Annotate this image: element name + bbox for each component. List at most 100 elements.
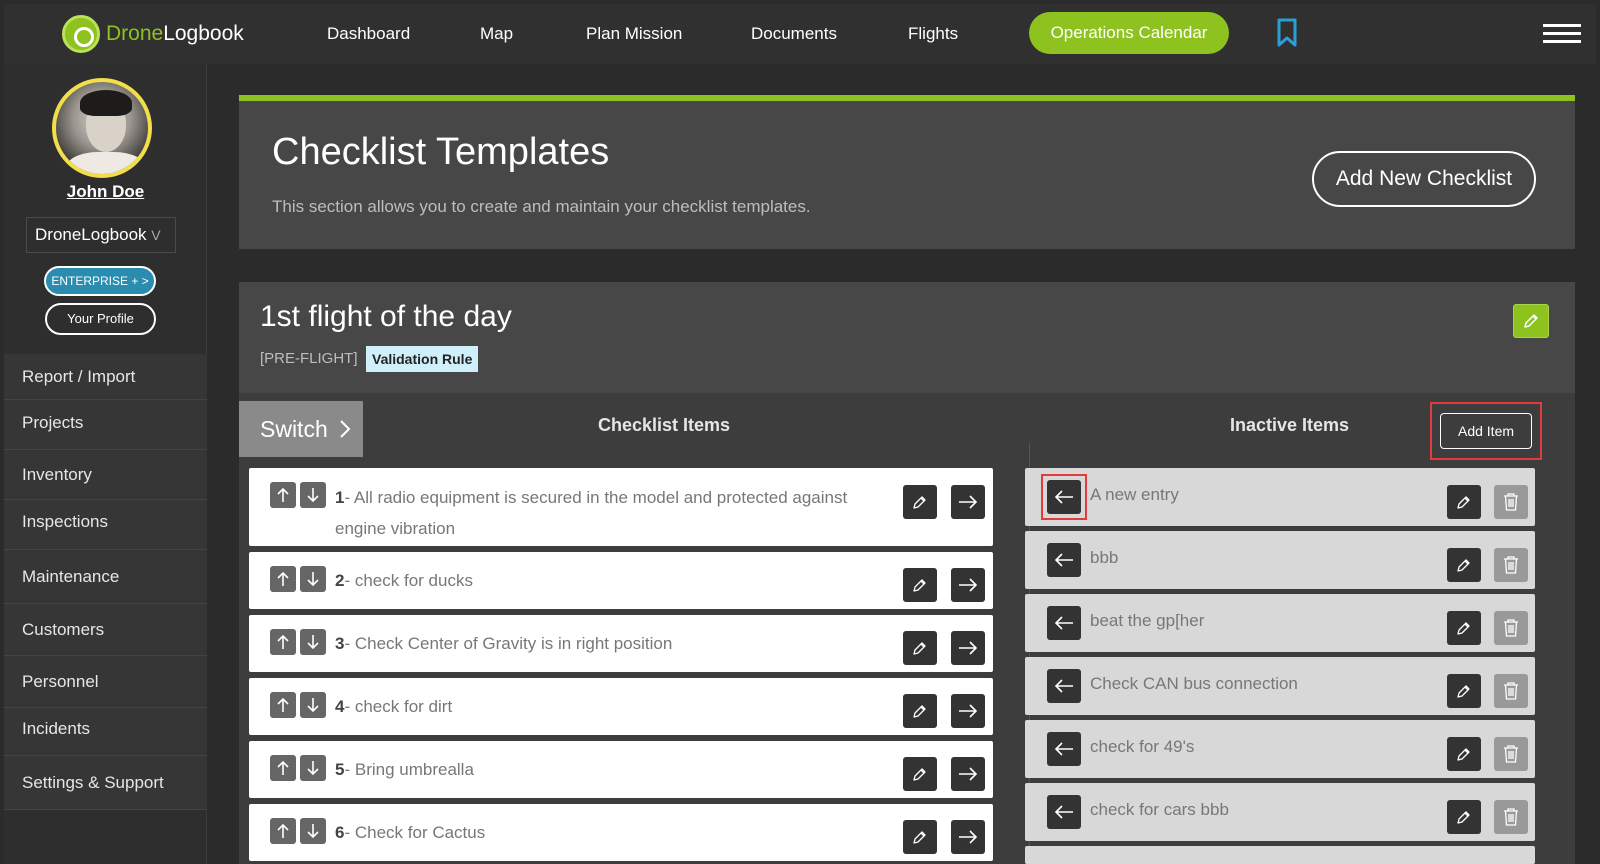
deactivate-item-button[interactable] (951, 485, 985, 519)
delete-item-button[interactable] (1494, 800, 1528, 834)
edit-item-button[interactable] (903, 631, 937, 665)
add-item-button[interactable]: Add Item (1440, 413, 1532, 449)
edit-item-button[interactable] (903, 820, 937, 854)
restore-item-button[interactable] (1047, 543, 1081, 577)
arrow-right-icon (959, 767, 978, 781)
sidebar-item-customers[interactable]: Customers (4, 604, 207, 656)
delete-item-button[interactable] (1494, 485, 1528, 519)
edit-item-button[interactable] (903, 757, 937, 791)
nav-flights[interactable]: Flights (908, 4, 958, 64)
arrow-right-icon (959, 578, 978, 592)
checklist-item: 1- All radio equipment is secured in the… (249, 468, 993, 546)
restore-item-button[interactable] (1047, 732, 1081, 766)
deactivate-item-button[interactable] (951, 694, 985, 728)
checklist-body: Switch Checklist Items Inactive Items Ad… (239, 393, 1575, 864)
restore-item-button[interactable] (1047, 669, 1081, 703)
your-profile-button[interactable]: Your Profile (45, 303, 156, 335)
sidebar-item-maintenance[interactable]: Maintenance (4, 550, 207, 604)
move-down-icon[interactable] (300, 629, 326, 655)
move-up-icon[interactable] (270, 566, 296, 592)
nav-operations-calendar[interactable]: Operations Calendar (1029, 12, 1229, 54)
edit-item-button[interactable] (1447, 674, 1481, 708)
deactivate-item-button[interactable] (951, 820, 985, 854)
edit-item-button[interactable] (903, 485, 937, 519)
inactive-item: beat the gp[her (1025, 594, 1535, 652)
sidebar-item-settings-support[interactable]: Settings & Support (4, 756, 207, 810)
switch-button[interactable]: Switch (239, 401, 363, 457)
add-new-checklist-button[interactable]: Add New Checklist (1312, 151, 1536, 207)
enterprise-button[interactable]: ENTERPRISE + > (44, 266, 156, 296)
chevron-down-icon: V (151, 227, 161, 243)
move-down-icon[interactable] (300, 818, 326, 844)
restore-item-button[interactable] (1047, 606, 1081, 640)
move-up-icon[interactable] (270, 818, 296, 844)
sidebar-item-personnel[interactable]: Personnel (4, 656, 207, 708)
move-down-icon[interactable] (300, 482, 326, 508)
arrow-left-icon (1054, 742, 1073, 756)
edit-item-button[interactable] (1447, 548, 1481, 582)
move-up-icon[interactable] (270, 692, 296, 718)
app-logo[interactable]: DroneLogbook (62, 12, 244, 56)
add-item-highlight: Add Item (1430, 402, 1542, 460)
restore-item-button[interactable] (1047, 795, 1081, 829)
pencil-icon (1457, 685, 1470, 698)
validation-rule-badge[interactable]: Validation Rule (366, 346, 479, 372)
page-subtitle: This section allows you to create and ma… (272, 197, 811, 216)
inactive-item-text: beat the gp[her (1090, 611, 1205, 630)
avatar[interactable] (52, 78, 152, 178)
edit-checklist-button[interactable] (1513, 304, 1549, 338)
move-down-icon[interactable] (300, 755, 326, 781)
arrow-left-icon (1054, 490, 1073, 504)
inactive-item-text: check for 49's (1090, 737, 1195, 756)
move-up-icon[interactable] (270, 755, 296, 781)
inactive-item-text: Check CAN bus connection (1090, 674, 1298, 693)
edit-item-button[interactable] (903, 694, 937, 728)
user-name-link[interactable]: John Doe (4, 182, 207, 202)
move-down-icon[interactable] (300, 692, 326, 718)
inactive-item: bbb (1025, 531, 1535, 589)
bookmark-icon[interactable] (1277, 18, 1297, 48)
arrow-right-icon (959, 641, 978, 655)
edit-item-button[interactable] (1447, 485, 1481, 519)
move-up-icon[interactable] (270, 482, 296, 508)
delete-item-button[interactable] (1494, 548, 1528, 582)
checklist-item: 5- Bring umbrealla (249, 741, 993, 798)
sidebar-item-inventory[interactable]: Inventory (4, 450, 207, 500)
restore-item-button[interactable] (1047, 480, 1081, 514)
sidebar-item-inspections[interactable]: Inspections (4, 500, 207, 550)
checklist-item-text: 6- Check for Cactus (335, 823, 486, 842)
nav-documents[interactable]: Documents (751, 4, 837, 64)
trash-icon (1504, 682, 1518, 700)
pencil-icon (913, 768, 926, 781)
edit-item-button[interactable] (903, 568, 937, 602)
delete-item-button[interactable] (1494, 611, 1528, 645)
page-header: Checklist Templates This section allows … (239, 95, 1575, 249)
edit-item-button[interactable] (1447, 737, 1481, 771)
edit-item-button[interactable] (1447, 800, 1481, 834)
move-up-icon[interactable] (270, 629, 296, 655)
delete-item-button[interactable] (1494, 737, 1528, 771)
arrow-left-icon (1054, 679, 1073, 693)
delete-item-button[interactable] (1494, 674, 1528, 708)
inactive-item: Check CAN bus connection (1025, 657, 1535, 715)
inactive-item-text: A new entry (1090, 485, 1179, 504)
inactive-item: A new entry (1025, 468, 1535, 526)
trash-icon (1504, 619, 1518, 637)
sidebar-item-incidents[interactable]: Incidents (4, 708, 207, 756)
move-down-icon[interactable] (300, 566, 326, 592)
nav-plan-mission[interactable]: Plan Mission (586, 4, 682, 64)
sidebar-item-report-import[interactable]: Report / Import (4, 354, 207, 400)
checklist-item-text: 1- All radio equipment is secured in the… (335, 488, 848, 538)
deactivate-item-button[interactable] (951, 631, 985, 665)
arrow-left-icon (1054, 616, 1073, 630)
trash-icon (1504, 556, 1518, 574)
deactivate-item-button[interactable] (951, 568, 985, 602)
nav-map[interactable]: Map (480, 4, 513, 64)
edit-item-button[interactable] (1447, 611, 1481, 645)
hamburger-menu-icon[interactable] (1543, 24, 1581, 44)
sidebar-item-projects[interactable]: Projects (4, 400, 207, 450)
nav-dashboard[interactable]: Dashboard (327, 4, 410, 64)
deactivate-item-button[interactable] (951, 757, 985, 791)
organization-select[interactable]: DroneLogbook V (26, 217, 176, 253)
arrow-right-icon (959, 495, 978, 509)
